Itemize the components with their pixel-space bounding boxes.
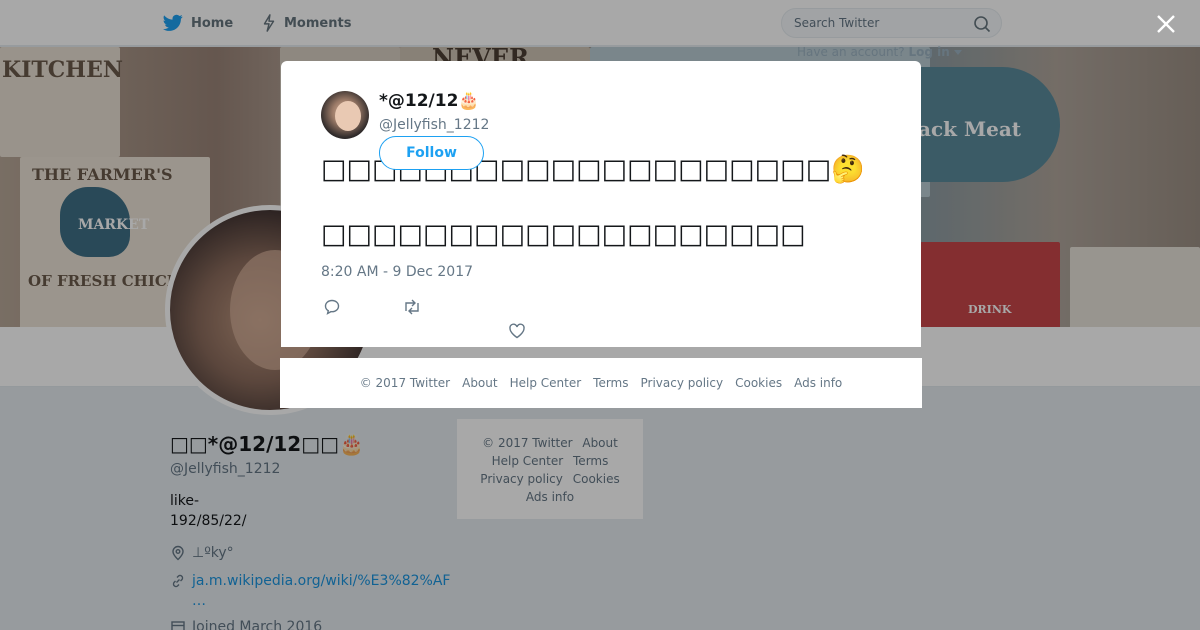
tweet-text-line-2: □□□□□□□□□□□□□□□□□□□ <box>321 219 806 250</box>
account-prompt-text: Have an account? <box>797 45 905 59</box>
tweet-author-handle[interactable]: @Jellyfish_1212 <box>379 117 489 133</box>
modal-footer-help-center[interactable]: Help Center <box>510 376 582 390</box>
close-icon[interactable] <box>1155 13 1177 35</box>
tweet-modal: *@12/12🎂 @Jellyfish_1212 □□□□□□□□□□□□□□□… <box>281 61 921 347</box>
account-prompt: Have an account? Log in <box>797 45 962 59</box>
tweet-timestamp[interactable]: 8:20 AM - 9 Dec 2017 <box>321 264 473 280</box>
modal-footer-ads-info[interactable]: Ads info <box>794 376 842 390</box>
caret-down-icon[interactable] <box>953 50 962 56</box>
heart-icon[interactable] <box>508 322 526 340</box>
tweet-author-avatar[interactable] <box>321 91 369 139</box>
follow-button[interactable]: Follow <box>379 136 484 170</box>
modal-footer-copyright: © 2017 Twitter <box>359 376 451 390</box>
tweet-author-name[interactable]: *@12/12🎂 <box>379 91 480 111</box>
retweet-icon[interactable] <box>402 298 422 316</box>
login-link[interactable]: Log in <box>908 45 949 59</box>
modal-footer: © 2017 Twitter About Help Center Terms P… <box>280 358 922 408</box>
modal-footer-terms[interactable]: Terms <box>593 376 628 390</box>
modal-footer-privacy-policy[interactable]: Privacy policy <box>641 376 724 390</box>
modal-footer-about[interactable]: About <box>462 376 497 390</box>
modal-footer-cookies[interactable]: Cookies <box>735 376 782 390</box>
reply-icon[interactable] <box>323 298 341 316</box>
